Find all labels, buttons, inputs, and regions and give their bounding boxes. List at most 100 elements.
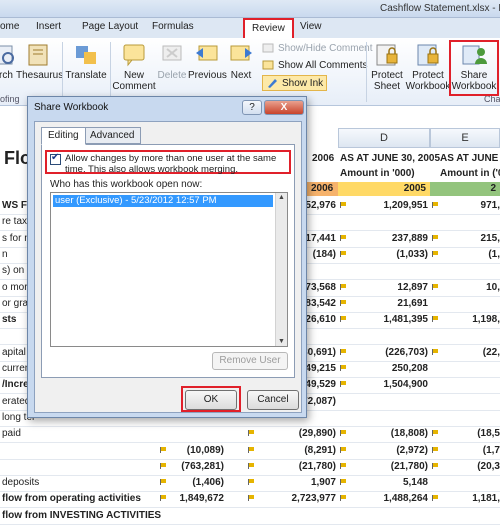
table-cell[interactable]: 73,568 bbox=[305, 282, 336, 293]
allow-changes-checkbox[interactable] bbox=[50, 152, 61, 165]
table-cell[interactable]: (8,291) bbox=[304, 445, 336, 456]
table-cell[interactable]: (18,808) bbox=[391, 428, 428, 439]
research-label: rch bbox=[0, 70, 13, 81]
show-hide-comment-button[interactable]: Show/Hide Comment bbox=[262, 42, 372, 54]
table-cell[interactable]: 21,691 bbox=[397, 298, 428, 309]
help-button[interactable]: ? bbox=[242, 100, 262, 115]
column-header-d[interactable]: D bbox=[338, 128, 430, 148]
table-cell[interactable]: 49,529 bbox=[305, 379, 336, 390]
table-cell[interactable]: (1, bbox=[488, 249, 500, 260]
table-cell[interactable]: 1,209,951 bbox=[384, 200, 429, 211]
row-gridline bbox=[0, 507, 500, 508]
table-cell[interactable]: (2,972) bbox=[396, 445, 428, 456]
editing-panel: Allow changes by more than one user at t… bbox=[41, 144, 295, 378]
show-ink-label: Show Ink bbox=[282, 77, 324, 89]
table-cell[interactable]: 30,691) bbox=[302, 347, 336, 358]
table-cell[interactable]: (226,703) bbox=[385, 347, 428, 358]
flag-icon bbox=[340, 202, 346, 208]
next-comment-button[interactable]: Next bbox=[226, 42, 256, 81]
table-cell[interactable]: 1,481,395 bbox=[384, 314, 429, 325]
table-cell[interactable]: 5,148 bbox=[403, 477, 428, 488]
table-cell[interactable]: 215, bbox=[481, 233, 500, 244]
allow-changes-label[interactable]: Allow changes by more than one user at t… bbox=[65, 153, 287, 175]
translate-button[interactable]: Translate bbox=[64, 42, 108, 81]
table-cell[interactable]: 1,198, bbox=[472, 314, 500, 325]
table-cell[interactable]: 1,907 bbox=[311, 477, 336, 488]
table-cell[interactable]: 1,488,264 bbox=[384, 493, 429, 504]
table-cell[interactable]: 1,181, bbox=[472, 493, 500, 504]
table-cell[interactable]: (1,033) bbox=[396, 249, 428, 260]
window-title: Cashflow Statement.xlsx - M bbox=[380, 3, 500, 14]
ok-button[interactable]: OK bbox=[185, 390, 237, 410]
ribbon-separator bbox=[366, 42, 367, 102]
protect-sheet-label: Protect Sheet bbox=[371, 70, 403, 92]
table-cell[interactable]: (1,406) bbox=[192, 477, 224, 488]
table-cell[interactable]: 250,208 bbox=[392, 363, 428, 374]
remove-user-button[interactable]: Remove User bbox=[212, 352, 288, 370]
table-cell[interactable]: 83,542 bbox=[305, 298, 336, 309]
share-workbook-dialog: Share Workbook ? X Editing Advanced Allo… bbox=[27, 96, 307, 418]
close-button[interactable]: X bbox=[264, 100, 304, 115]
title-bar: Cashflow Statement.xlsx - M bbox=[0, 0, 500, 18]
tab-page-layout[interactable]: Page Layout bbox=[82, 21, 138, 32]
listbox-scrollbar[interactable]: ▲ ▼ bbox=[275, 193, 287, 346]
users-listbox[interactable]: user (Exclusive) - 5/23/2012 12:57 PM ▲ … bbox=[50, 192, 288, 347]
previous-comment-button[interactable]: Previous bbox=[188, 42, 227, 81]
flag-icon bbox=[340, 284, 346, 290]
flag-icon bbox=[248, 479, 254, 485]
next-label: Next bbox=[230, 70, 252, 81]
table-cell[interactable]: 26,610 bbox=[305, 314, 336, 325]
table-cell[interactable]: (21,780) bbox=[391, 461, 428, 472]
cancel-button[interactable]: Cancel bbox=[247, 390, 299, 410]
table-cell[interactable]: 1,504,900 bbox=[384, 379, 429, 390]
scroll-down-icon[interactable]: ▼ bbox=[278, 338, 285, 345]
show-ink-button[interactable]: Show Ink bbox=[262, 75, 328, 91]
table-cell[interactable]: (18,5 bbox=[477, 428, 500, 439]
table-cell[interactable]: 17,441 bbox=[305, 233, 336, 244]
table-cell[interactable]: (29,890) bbox=[299, 428, 336, 439]
table-cell[interactable]: 2,723,977 bbox=[292, 493, 337, 504]
band-e-label: 2 bbox=[490, 183, 496, 194]
table-cell[interactable]: (184) bbox=[313, 249, 336, 260]
tab-home[interactable]: ome bbox=[0, 21, 19, 32]
thesaurus-button[interactable]: Thesaurus bbox=[16, 42, 63, 81]
tab-insert[interactable]: Insert bbox=[36, 21, 61, 32]
delete-comment-button[interactable]: Delete bbox=[155, 42, 189, 81]
table-cell[interactable]: 72,087) bbox=[302, 396, 336, 407]
table-cell[interactable]: (763,281) bbox=[181, 461, 224, 472]
table-cell[interactable]: (20,3 bbox=[477, 461, 500, 472]
new-comment-button[interactable]: New Comment bbox=[112, 42, 156, 92]
tab-formulas[interactable]: Formulas bbox=[152, 21, 194, 32]
table-cell[interactable]: (22, bbox=[483, 347, 500, 358]
column-header-e[interactable]: E bbox=[430, 128, 500, 148]
flag-icon bbox=[340, 430, 346, 436]
protect-sheet-button[interactable]: Protect Sheet bbox=[368, 42, 406, 92]
row-label: sts bbox=[2, 314, 17, 325]
flag-icon bbox=[248, 430, 254, 436]
table-cell[interactable]: 237,889 bbox=[392, 233, 428, 244]
row-label: n bbox=[2, 249, 8, 260]
tab-editing[interactable]: Editing bbox=[41, 127, 86, 145]
row-label: deposits bbox=[2, 477, 40, 488]
user-list-item[interactable]: user (Exclusive) - 5/23/2012 12:57 PM bbox=[53, 195, 273, 207]
table-cell[interactable]: (1,7 bbox=[483, 445, 500, 456]
table-cell[interactable]: 52,976 bbox=[305, 200, 336, 211]
research-button[interactable]: rch bbox=[0, 42, 16, 81]
group-label-proofing: ofing bbox=[0, 94, 20, 104]
table-cell[interactable]: (10,089) bbox=[187, 445, 224, 456]
table-cell[interactable]: 12,897 bbox=[397, 282, 428, 293]
row-gridline bbox=[0, 442, 500, 443]
table-cell[interactable]: 1,849,672 bbox=[180, 493, 225, 504]
table-cell[interactable]: 49,215 bbox=[305, 363, 336, 374]
flag-icon bbox=[340, 495, 346, 501]
row-label: flow from INVESTING ACTIVITIES bbox=[2, 510, 162, 521]
tab-view[interactable]: View bbox=[300, 21, 322, 32]
table-cell[interactable]: 971, bbox=[481, 200, 500, 211]
tab-advanced[interactable]: Advanced bbox=[83, 127, 142, 144]
table-cell[interactable]: (21,780) bbox=[299, 461, 336, 472]
scroll-up-icon[interactable]: ▲ bbox=[278, 194, 285, 201]
table-cell[interactable]: 10, bbox=[486, 282, 500, 293]
show-all-comments-button[interactable]: Show All Comments bbox=[262, 59, 367, 71]
tab-review[interactable]: Review bbox=[243, 18, 294, 38]
protect-workbook-button[interactable]: Protect Workbook bbox=[405, 42, 451, 92]
